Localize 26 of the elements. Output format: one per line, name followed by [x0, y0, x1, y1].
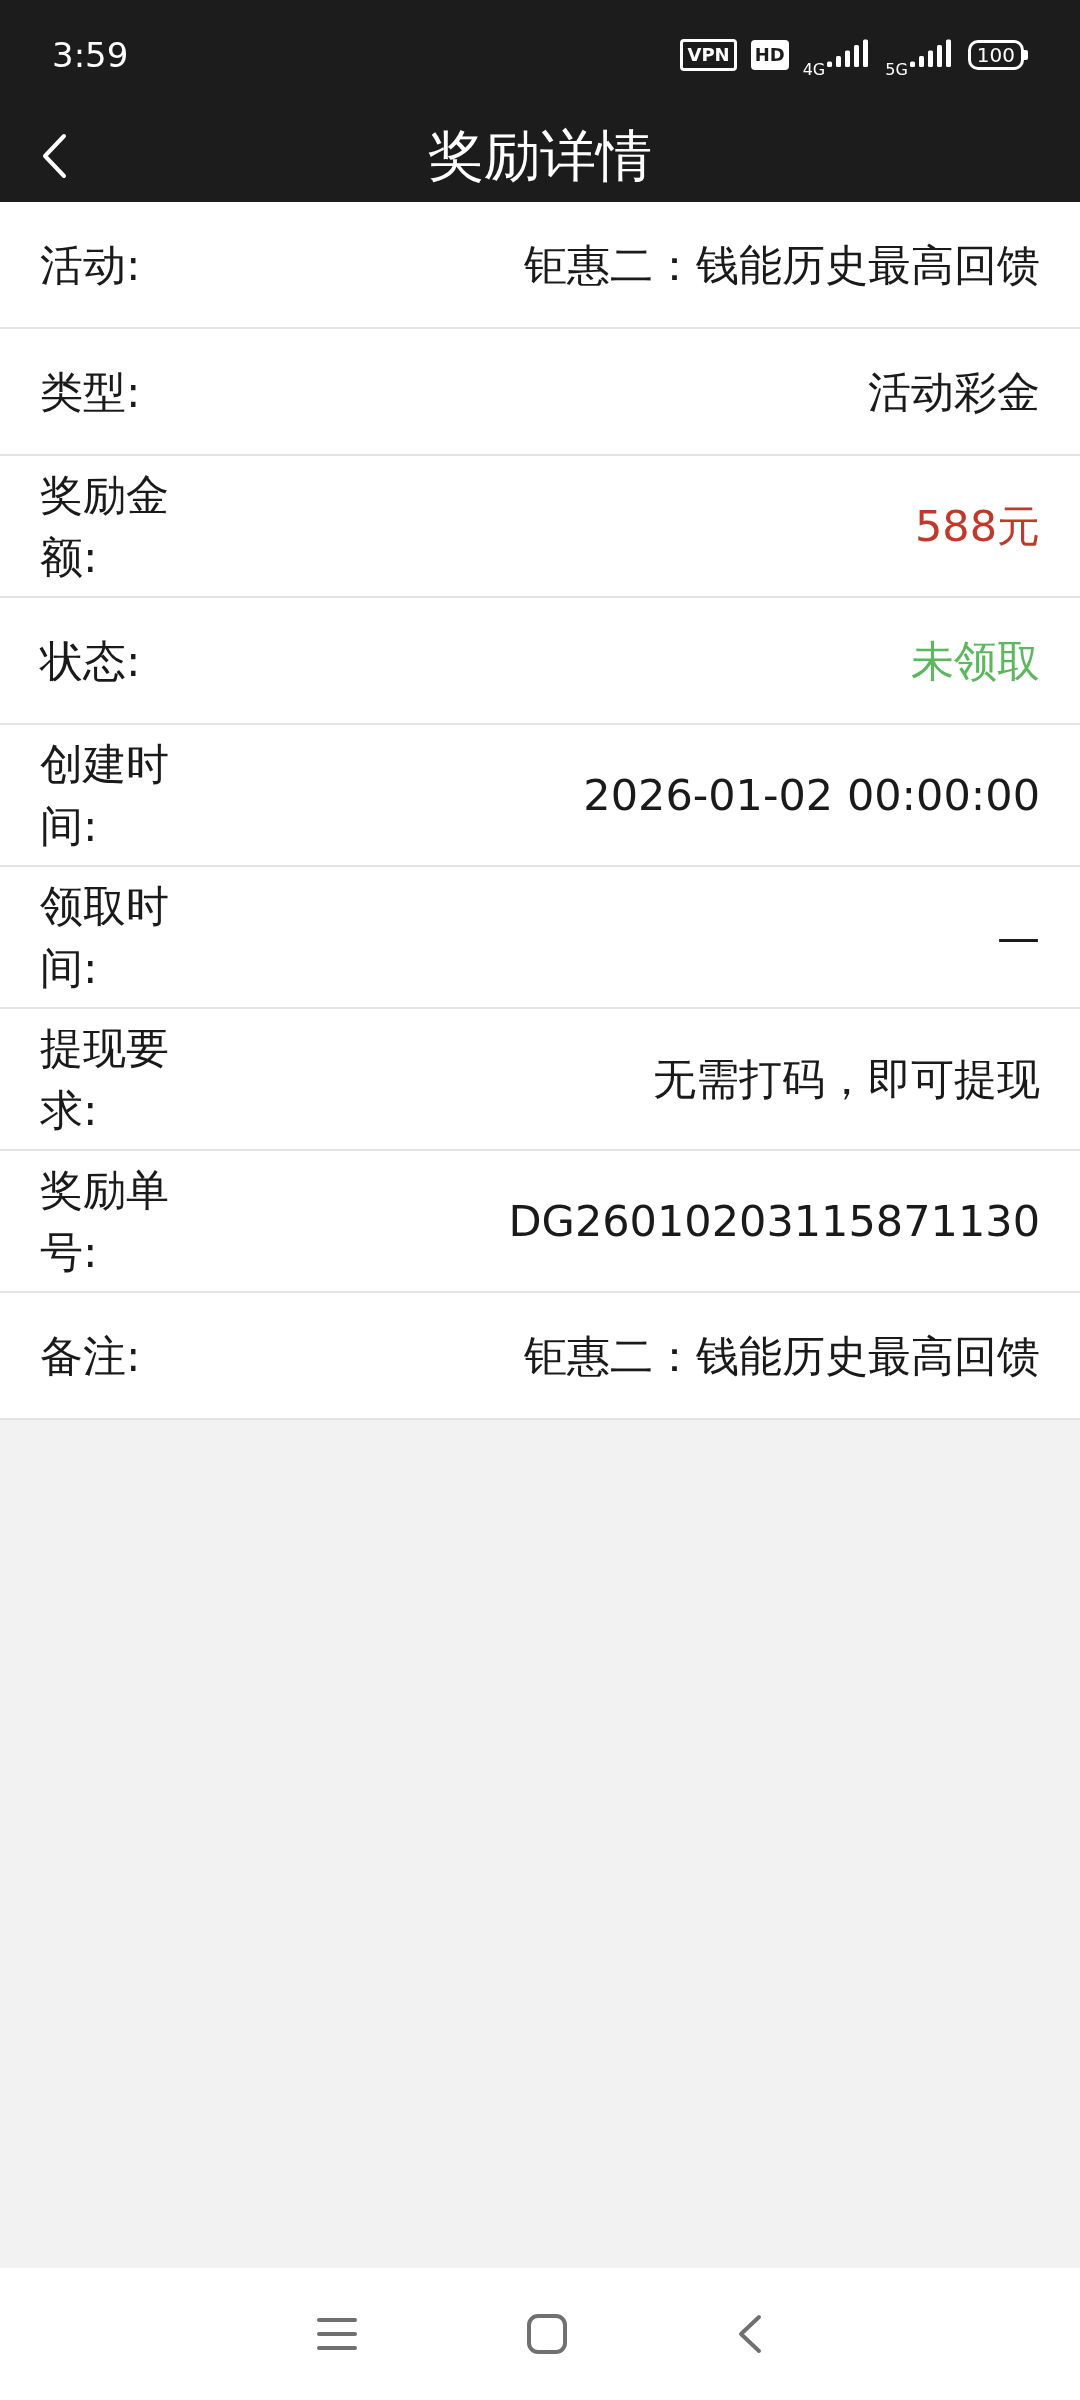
field-label: 奖励单号:	[40, 1164, 170, 1279]
back-icon[interactable]	[737, 2314, 763, 2354]
field-label: 奖励金额:	[40, 469, 170, 584]
field-label: 备注:	[40, 1329, 142, 1383]
field-value: —	[997, 911, 1040, 964]
field-value: DG26010203115871130	[508, 1195, 1040, 1248]
field-value: 钜惠二：钱能历史最高回馈	[524, 1329, 1040, 1383]
field-label: 活动:	[40, 238, 142, 292]
field-label: 领取时间:	[40, 880, 170, 995]
network-label: 4G	[802, 59, 826, 81]
field-value: 未领取	[911, 634, 1040, 688]
field-label: 提现要求:	[40, 1022, 170, 1137]
field-value: 2026-01-02 00:00:00	[583, 769, 1040, 822]
network-label: 5G	[885, 59, 908, 81]
hd-badge: HD	[750, 40, 789, 70]
field-value: 钜惠二：钱能历史最高回馈	[524, 238, 1040, 292]
page-title: 奖励详情	[428, 122, 652, 190]
field-value: 活动彩金	[868, 365, 1040, 419]
field-label: 状态:	[40, 634, 142, 688]
vpn-badge: VPN	[680, 39, 737, 71]
home-icon[interactable]	[527, 2314, 567, 2354]
field-label: 创建时间:	[40, 738, 170, 853]
field-value: 588元	[914, 500, 1040, 553]
field-value: 无需打码，即可提现	[653, 1053, 1040, 1106]
status-time: 3:59	[52, 33, 129, 77]
field-label: 类型:	[40, 365, 142, 419]
